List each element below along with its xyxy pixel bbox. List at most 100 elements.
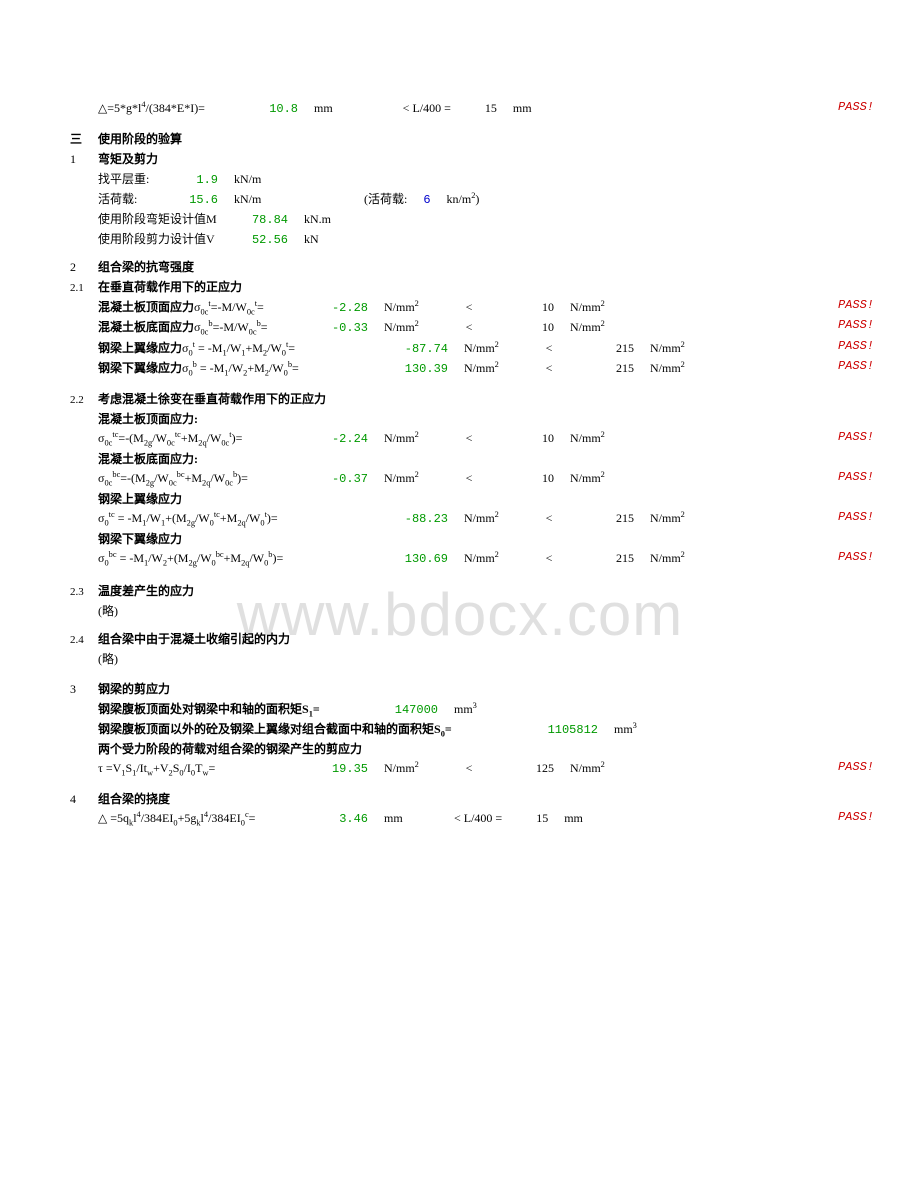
limit: 215 [574, 361, 634, 376]
limit: 15 [518, 811, 548, 826]
note-label: (活荷载: [364, 190, 407, 207]
value: -0.33 [318, 321, 368, 335]
formula: σ0ctc=-(M2g/W0ctc+M2q/W0ct)= [98, 430, 318, 447]
unit: N/mm2 [384, 319, 444, 335]
pass-badge: PASS! [838, 339, 874, 353]
title: 考虑混凝土徐变在垂直荷载作用下的正应力 [98, 390, 326, 407]
cmp: < [444, 471, 494, 486]
s22-d: σ0bc = -M1/W2+(M2g/W0bc+M2q/W0b)= 130.69… [70, 550, 880, 568]
s4-l1: △ =5qkl4/384EI0+5gkl4/384EI0c= 3.46 mm <… [70, 810, 880, 828]
label: 使用阶段弯矩设计值M [98, 210, 238, 227]
limit-unit: N/mm2 [570, 470, 605, 486]
cmp: < [524, 551, 574, 566]
title: 使用阶段的验算 [98, 130, 182, 147]
cmp: < [444, 320, 494, 335]
live-load-row: 活荷载: 15.6 kN/m (活荷载: 6 kn/m2) [70, 190, 880, 208]
limit: 125 [494, 761, 554, 776]
limit: 10 [494, 471, 554, 486]
cmp: < [524, 341, 574, 356]
value: 78.84 [238, 213, 288, 227]
pass-badge: PASS! [838, 298, 874, 312]
pass-badge: PASS! [838, 470, 874, 484]
idx: 2 [70, 260, 98, 275]
deflection-value: 10.8 [258, 102, 298, 116]
idx: 2.2 [70, 394, 98, 406]
limit: 215 [574, 341, 634, 356]
idx: 3 [70, 682, 98, 697]
pass-badge: PASS! [838, 430, 874, 444]
limit-unit: N/mm2 [570, 430, 605, 446]
shear-row: 使用阶段剪力设计值V 52.56 kN [70, 230, 880, 248]
deflection-row: △=5*g*l4/(384*E*I)= 10.8 mm < L/400 = 15… [70, 100, 880, 118]
s21-heading: 2.1 在垂直荷载作用下的正应力 [70, 278, 880, 296]
label: 使用阶段剪力设计值V [98, 230, 238, 247]
unit: N/mm2 [384, 760, 444, 776]
label: 钢梁腹板顶面以外的砼及钢梁上翼缘对组合截面中和轴的面积矩S0= [98, 720, 528, 738]
label: 找平层重: [98, 170, 178, 187]
deflection-unit: mm [314, 101, 333, 116]
value: 147000 [378, 703, 438, 717]
limit: 215 [574, 511, 634, 526]
formula: 钢梁上翼缘应力σ0t = -M1/W1+M2/W0t= [98, 339, 388, 357]
unit: kN.m [304, 212, 331, 227]
s3-l3: 两个受力阶段的荷载对组合梁的钢梁产生的剪应力 [70, 740, 880, 758]
s21-d: 钢梁下翼缘应力σ0b = -M1/W2+M2/W0b= 130.39 N/mm2… [70, 359, 880, 377]
formula: 混凝土板顶面应力σ0ct=-M/W0ct= [98, 298, 318, 316]
formula: 混凝土板底面应力σ0cb=-M/W0cb= [98, 318, 318, 336]
title: 在垂直荷载作用下的正应力 [98, 278, 242, 295]
value: 3.46 [318, 812, 368, 826]
unit: N/mm2 [384, 430, 444, 446]
s23-note: (略) [70, 602, 880, 620]
s24-note: (略) [70, 650, 880, 668]
limit-unit: mm [564, 811, 583, 826]
limit-unit: N/mm2 [570, 760, 605, 776]
label: 混凝土板顶面应力: [98, 410, 198, 427]
value: 1.9 [178, 173, 218, 187]
value: 130.69 [388, 552, 448, 566]
cmp: < [444, 761, 494, 776]
s3-heading: 3 钢梁的剪应力 [70, 680, 880, 698]
value: 15.6 [178, 193, 218, 207]
value: -0.37 [318, 472, 368, 486]
unit: mm3 [454, 701, 477, 717]
limit: 215 [574, 551, 634, 566]
value: 19.35 [318, 762, 368, 776]
idx: 1 [70, 152, 98, 167]
s3-l2: 钢梁腹板顶面以外的砼及钢梁上翼缘对组合截面中和轴的面积矩S0= 1105812 … [70, 720, 880, 738]
idx: 2.4 [70, 634, 98, 646]
label: 混凝土板底面应力: [98, 450, 198, 467]
limit-unit: N/mm2 [570, 319, 605, 335]
unit: N/mm2 [464, 340, 524, 356]
title: 组合梁中由于混凝土收缩引起的内力 [98, 630, 290, 647]
formula: τ =V1S1/Itw+V2S0/I0Tw= [98, 761, 318, 777]
s22-a-label: 混凝土板顶面应力: [70, 410, 880, 428]
pass-badge: PASS! [838, 318, 874, 332]
unit: N/mm2 [464, 510, 524, 526]
unit: mm3 [614, 721, 637, 737]
idx: 三 [70, 130, 98, 147]
value: -88.23 [388, 512, 448, 526]
limit-unit: N/mm2 [650, 550, 685, 566]
cmp: < [524, 511, 574, 526]
value: 130.39 [388, 362, 448, 376]
s3-l4: τ =V1S1/Itw+V2S0/I0Tw= 19.35 N/mm2 < 125… [70, 760, 880, 778]
limit: 10 [494, 300, 554, 315]
cmp: < [444, 300, 494, 315]
pass-badge: PASS! [838, 359, 874, 373]
moment-row: 使用阶段弯矩设计值M 78.84 kN.m [70, 210, 880, 228]
pass-badge: PASS! [838, 760, 874, 774]
unit: N/mm2 [384, 470, 444, 486]
value: 52.56 [238, 233, 288, 247]
unit: N/mm2 [464, 550, 524, 566]
unit: N/mm2 [464, 360, 524, 376]
label: 两个受力阶段的荷载对组合梁的钢梁产生的剪应力 [98, 740, 362, 757]
unit: kN/m [234, 192, 294, 207]
pass-badge: PASS! [838, 510, 874, 524]
s22-b-label: 混凝土板底面应力: [70, 450, 880, 468]
label: 钢梁上翼缘应力 [98, 490, 182, 507]
s1-heading: 1 弯矩及剪力 [70, 150, 880, 168]
idx: 4 [70, 792, 98, 807]
s22-b: σ0cbc=-(M2g/W0cbc+M2q/W0cb)= -0.37 N/mm2… [70, 470, 880, 488]
limit: 15 [467, 101, 497, 116]
s2-heading: 2 组合梁的抗弯强度 [70, 258, 880, 276]
